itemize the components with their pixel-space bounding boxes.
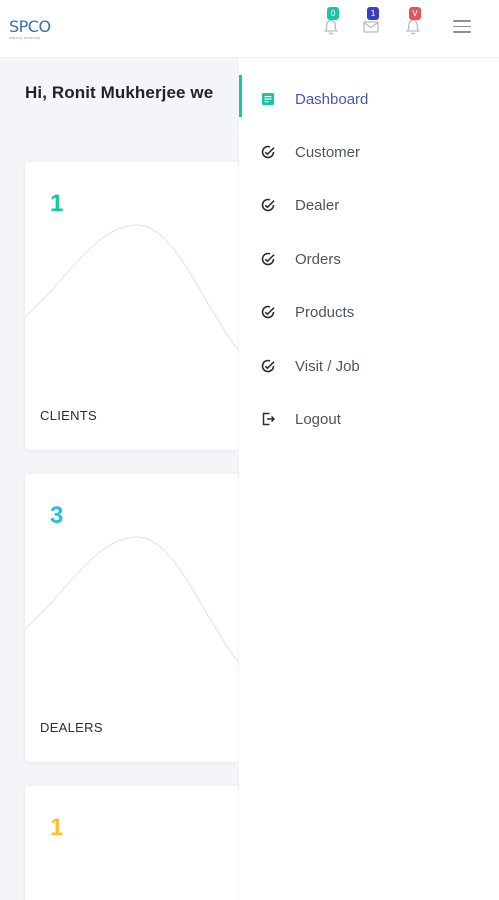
- notification-badge: 0: [327, 7, 339, 20]
- bell-icon: [404, 18, 422, 36]
- logo-text: SPCO: [9, 17, 51, 36]
- check-circle-icon: [260, 144, 276, 160]
- check-circle-icon: [260, 197, 276, 213]
- sidebar-item-label: Orders: [295, 250, 341, 268]
- sidebar-item-orders[interactable]: Orders: [239, 239, 499, 279]
- check-circle-icon: [260, 358, 276, 374]
- dealers-count: 3: [50, 502, 64, 529]
- notification-bell-button[interactable]: 0: [322, 7, 340, 36]
- sidebar-item-label: Visit / Job: [295, 357, 360, 375]
- dealers-label: DEALERS: [40, 720, 103, 735]
- alerts-badge: V: [409, 7, 421, 20]
- sidebar-item-customer[interactable]: Customer: [239, 132, 499, 172]
- sidebar-item-logout[interactable]: Logout: [239, 399, 499, 439]
- bell-icon: [322, 18, 340, 36]
- hamburger-menu-button[interactable]: [453, 20, 471, 34]
- sidebar-item-label: Products: [295, 303, 355, 321]
- hamburger-icon: [453, 20, 471, 22]
- alerts-bell-button[interactable]: V: [404, 7, 422, 36]
- sidebar-menu: Dashboard Customer Dealer Orders Product…: [238, 58, 499, 900]
- check-circle-icon: [260, 304, 276, 320]
- welcome-greeting: Hi, Ronit Mukherjee we: [25, 83, 214, 102]
- app-logo[interactable]: SPCO SPECIAL PURPOSE: [9, 17, 51, 41]
- check-circle-icon: [260, 251, 276, 267]
- dashboard-icon: [260, 91, 276, 107]
- logo-subtext: SPECIAL PURPOSE: [9, 36, 41, 40]
- sidebar-item-label: Customer: [295, 143, 361, 161]
- messages-button[interactable]: 1: [362, 7, 380, 36]
- third-count: 1: [50, 814, 64, 841]
- top-header: SPCO SPECIAL PURPOSE 0 1 V: [0, 0, 499, 58]
- mail-icon: [362, 18, 380, 36]
- sidebar-item-products[interactable]: Products: [239, 292, 499, 332]
- sidebar-item-visit-job[interactable]: Visit / Job: [239, 346, 499, 386]
- sidebar-item-dealer[interactable]: Dealer: [239, 185, 499, 225]
- clients-count: 1: [50, 190, 64, 217]
- logout-icon: [260, 411, 276, 427]
- clients-label: CLIENTS: [40, 408, 98, 423]
- sidebar-item-dashboard[interactable]: Dashboard: [239, 79, 499, 119]
- sidebar-item-label: Dealer: [295, 196, 340, 214]
- messages-badge: 1: [367, 7, 379, 20]
- sidebar-item-label: Dashboard: [295, 90, 369, 108]
- hamburger-line: [453, 25, 471, 28]
- sidebar-item-label: Logout: [295, 410, 341, 428]
- hamburger-line: [453, 31, 471, 33]
